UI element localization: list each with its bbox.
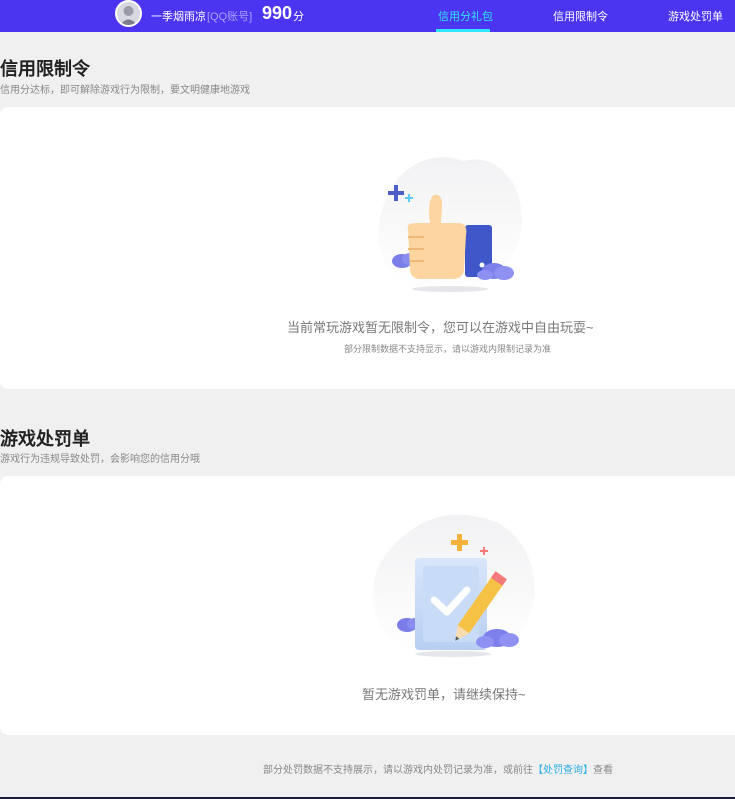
account-type: [QQ账号] [207,11,253,23]
penalty-empty-message: 暂无游戏罚单，请继续保持~ [362,687,526,702]
footer-note-text: 部分处罚数据不支持展示，请以游戏内处罚记录为准，或前往 [263,765,533,776]
credit-score-unit: 分 [293,11,304,23]
restriction-section-subtitle: 信用分达标，即可解除游戏行为限制，要文明健康地游戏 [0,85,250,96]
top-bar: 一季烟雨凉 [QQ账号] 990 分 信用分礼包 信用限制令 游戏处罚单 [0,0,735,32]
footer-note-suffix: 查看 [593,765,613,776]
tab-game-penalty[interactable]: 游戏处罚单 [668,8,723,24]
thumbs-up-icon [378,157,522,292]
penalty-section-subtitle: 游戏行为违规导致处罚，会影响您的信用分哦 [0,454,200,465]
restriction-card: 当前常玩游戏暂无限制令，您可以在游戏中自由玩耍~ 部分限制数据不支持显示，请以游… [0,107,735,389]
avatar[interactable] [115,0,142,27]
penalty-section-title: 游戏处罚单 [0,429,90,449]
clipboard-check-icon [372,514,535,658]
credit-score-value: 990 [262,3,293,23]
active-tab-indicator [436,29,490,32]
user-name: 一季烟雨凉 [151,11,206,23]
restriction-empty-note: 部分限制数据不支持显示，请以游戏内限制记录为准 [344,344,552,354]
penalty-query-link[interactable]: 【处罚查询】 [533,765,593,776]
penalty-card: 暂无游戏罚单，请继续保持~ [0,476,735,735]
restriction-section-title: 信用限制令 [0,59,90,79]
restriction-empty-message: 当前常玩游戏暂无限制令，您可以在游戏中自由玩耍~ [287,320,594,335]
tab-credit-gift[interactable]: 信用分礼包 [438,8,493,24]
tab-credit-restriction[interactable]: 信用限制令 [553,8,608,24]
footer-note: 部分处罚数据不支持展示，请以游戏内处罚记录为准，或前往【处罚查询】查看 [263,761,613,776]
